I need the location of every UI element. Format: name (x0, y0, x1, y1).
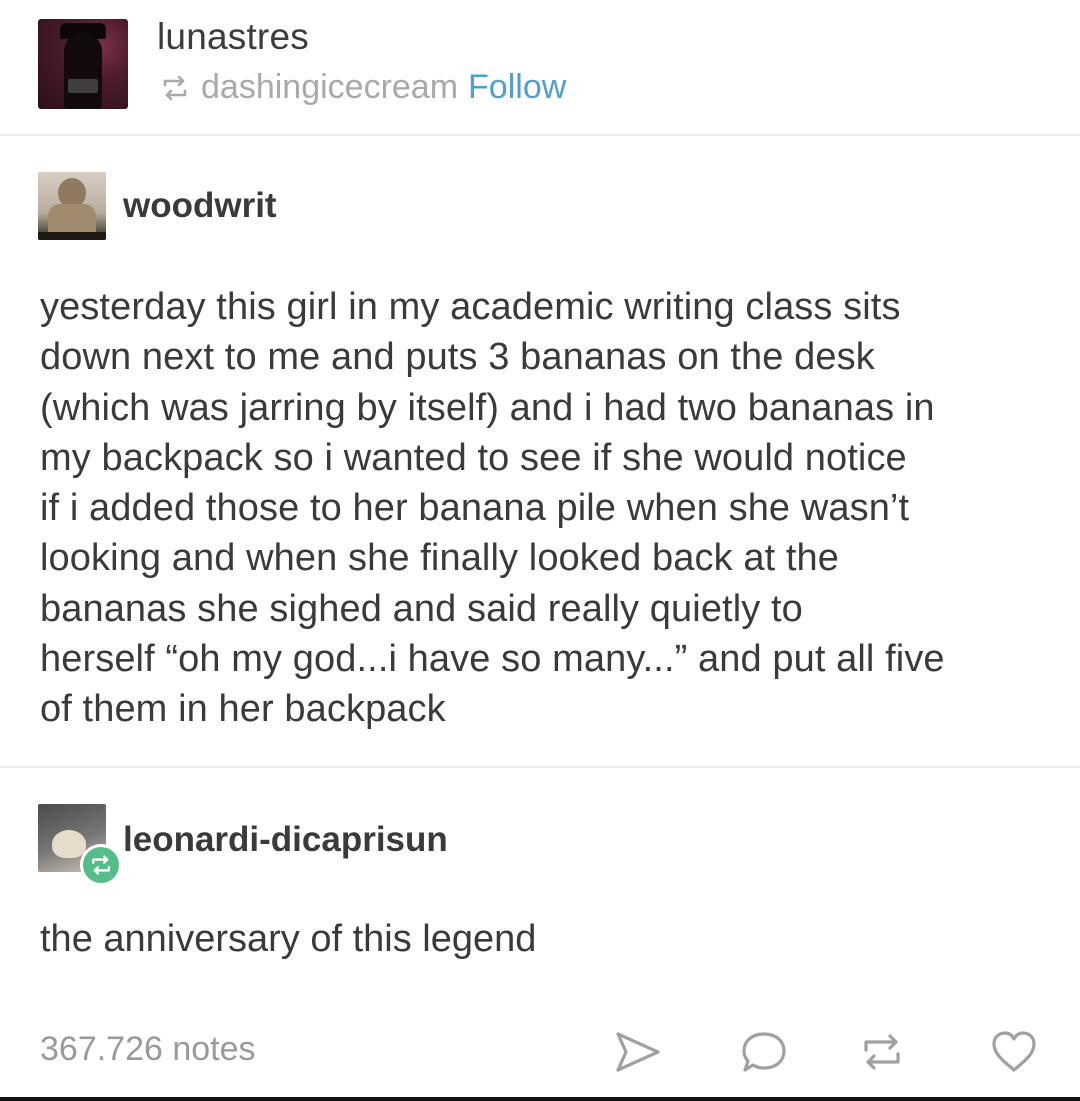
avatar-detail-shape (68, 79, 98, 93)
trail-avatar-woodwrit[interactable] (38, 172, 106, 240)
notes-count[interactable]: 367.726 notes (40, 1030, 256, 1069)
tumblr-post: lunastres dashingicecream Follow woodwri… (0, 0, 1080, 1101)
avatar-cat-shape (52, 830, 86, 858)
trail-body: yesterday this girl in my academic writi… (40, 286, 945, 731)
reblog-badge-icon (80, 844, 122, 886)
blog-name[interactable]: lunastres (157, 16, 309, 58)
avatar-figure-shape (64, 33, 102, 109)
reply-button[interactable] (738, 1028, 790, 1076)
divider (0, 1097, 1080, 1101)
reblog-icon (864, 1034, 900, 1070)
reblog-icon (157, 70, 193, 106)
reply-icon (742, 1032, 786, 1072)
reblog-button[interactable] (856, 1028, 908, 1076)
avatar-body-shape (48, 204, 96, 234)
share-icon (616, 1032, 660, 1072)
trail-username[interactable]: woodwrit (123, 186, 277, 226)
share-button[interactable] (612, 1028, 664, 1076)
post-footer: 367.726 notes (0, 1010, 1080, 1101)
trail-username[interactable]: leonardi-dicaprisun (123, 820, 448, 860)
trail-item: woodwrit yesterday this girl in my acade… (0, 136, 1080, 768)
like-button[interactable] (988, 1028, 1040, 1076)
reblogged-from-name[interactable]: dashingicecream (201, 68, 458, 107)
avatar[interactable] (38, 19, 128, 109)
trail-body: the anniversary of this legend (40, 918, 537, 960)
reblog-source: dashingicecream Follow (157, 68, 566, 107)
heart-icon (992, 1031, 1036, 1072)
trail-item: leonardi-dicaprisun the anniversary of t… (0, 768, 1080, 1008)
post-header: lunastres dashingicecream Follow (0, 0, 1080, 136)
avatar-base-shape (38, 232, 106, 240)
follow-button[interactable]: Follow (468, 68, 566, 107)
